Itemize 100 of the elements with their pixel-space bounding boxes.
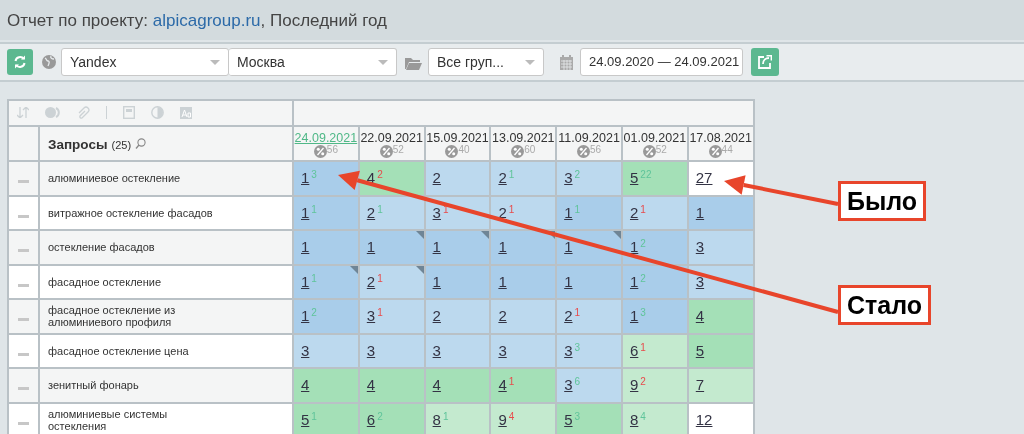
collapse-dash[interactable] [18, 387, 29, 391]
date-header[interactable]: 11.09.2021 [557, 131, 621, 145]
collapse-dash[interactable] [18, 214, 29, 218]
position-link[interactable]: 4 [366, 376, 376, 393]
position-link[interactable]: 8 [630, 410, 639, 428]
position-link[interactable]: 6 [630, 341, 639, 359]
position-link[interactable]: 1 [301, 203, 310, 221]
refresh-button[interactable] [7, 49, 33, 75]
collapse-dash[interactable] [18, 249, 29, 253]
group-select[interactable]: Все груп... [428, 48, 544, 76]
position-link[interactable]: 5 [564, 410, 573, 428]
position-link[interactable]: 1 [432, 238, 441, 255]
percent-icon [642, 145, 656, 158]
position-link[interactable]: 2 [432, 307, 441, 324]
visibility-score: 56 [326, 145, 338, 155]
position-link[interactable]: 1 [498, 238, 507, 255]
refresh-icon[interactable] [13, 55, 27, 69]
position-link[interactable]: 3 [432, 341, 441, 359]
position-link[interactable]: 2 [564, 307, 573, 324]
position-link[interactable]: 3 [432, 203, 441, 221]
title-period: , Последний год [260, 11, 387, 30]
position-link[interactable]: 5 [630, 169, 639, 186]
position-link[interactable]: 2 [366, 272, 376, 290]
date-header[interactable]: 15.09.2021 [425, 131, 490, 145]
position-link[interactable]: 1 [630, 272, 639, 290]
font-size-icon[interactable] [180, 106, 192, 119]
position-link[interactable]: 7 [695, 376, 705, 393]
collapse-dash[interactable] [18, 283, 29, 287]
position-link[interactable]: 1 [564, 203, 573, 221]
position-link[interactable]: 1 [630, 238, 639, 255]
position-link[interactable]: 9 [498, 410, 507, 428]
collapse-dash[interactable] [18, 318, 29, 322]
position-change: 1 [574, 203, 581, 215]
percent-icon [708, 145, 722, 158]
position-link[interactable]: 5 [301, 410, 310, 428]
position-change: 4 [508, 410, 515, 422]
position-link[interactable]: 1 [301, 169, 310, 186]
position-change: 2 [377, 410, 383, 422]
position-link[interactable]: 1 [301, 307, 310, 324]
link-icon[interactable] [77, 106, 90, 119]
collapse-dash[interactable] [18, 421, 29, 425]
position-link[interactable]: 2 [366, 203, 376, 221]
position-change: 1 [377, 307, 383, 318]
position-link[interactable]: 2 [498, 307, 507, 324]
position-change: 1 [640, 203, 646, 215]
date-header[interactable]: 17.08.2021 [688, 131, 753, 145]
query-text: остекление фасадов [48, 241, 155, 254]
position-link[interactable]: 9 [630, 376, 639, 393]
export-icon[interactable] [758, 55, 772, 69]
engine-select[interactable]: Yandex [61, 48, 229, 76]
date-header[interactable]: 01.09.2021 [623, 131, 687, 145]
position-link[interactable]: 3 [366, 307, 376, 324]
position-link[interactable]: 1 [630, 307, 639, 324]
position-link[interactable]: 4 [498, 376, 507, 393]
position-link[interactable]: 1 [564, 272, 573, 290]
position-link[interactable]: 2 [630, 203, 639, 221]
position-link[interactable]: 3 [695, 272, 705, 290]
sort-icon[interactable] [17, 107, 29, 118]
position-link[interactable]: 3 [564, 341, 573, 359]
position-change: 2 [640, 272, 646, 284]
position-link[interactable]: 1 [564, 238, 573, 255]
calculator-icon[interactable] [123, 106, 135, 119]
position-link[interactable]: 4 [695, 307, 705, 324]
position-change: 1 [311, 203, 317, 215]
position-link[interactable]: 3 [366, 341, 376, 359]
position-link[interactable]: 1 [301, 272, 310, 290]
position-link[interactable]: 2 [432, 169, 441, 186]
search-icon[interactable] [135, 137, 147, 149]
project-link[interactable]: alpicagroup.ru [152, 11, 261, 30]
position-link[interactable]: 1 [301, 238, 310, 255]
position-link[interactable]: 4 [301, 376, 310, 393]
position-link[interactable]: 5 [695, 341, 705, 359]
collapse-dash[interactable] [18, 180, 29, 184]
contrast-icon[interactable] [151, 106, 164, 119]
position-link[interactable]: 1 [498, 272, 507, 290]
collapse-dash[interactable] [18, 352, 29, 356]
date-header[interactable]: 13.09.2021 [491, 131, 556, 145]
position-change: 2 [640, 238, 646, 249]
export-button[interactable] [751, 48, 779, 76]
date-range-field[interactable]: 24.09.2020 — 24.09.2021 [580, 48, 743, 76]
position-link[interactable]: 3 [695, 238, 705, 255]
position-change: 2 [640, 376, 646, 387]
position-link[interactable]: 8 [432, 410, 441, 428]
position-link[interactable]: 1 [432, 272, 441, 290]
position-link[interactable]: 2 [498, 203, 507, 221]
position-link[interactable]: 6 [366, 410, 376, 428]
position-link[interactable]: 2 [498, 169, 507, 186]
position-link[interactable]: 3 [564, 169, 573, 186]
position-link[interactable]: 3 [498, 341, 507, 359]
position-link[interactable]: 12 [695, 410, 713, 428]
position-link[interactable]: 1 [366, 238, 376, 255]
position-link[interactable]: 3 [301, 341, 310, 359]
position-link[interactable]: 4 [432, 376, 441, 393]
position-link[interactable]: 1 [695, 203, 705, 221]
region-select[interactable]: Москва [229, 48, 397, 76]
date-header[interactable]: 22.09.2021 [359, 131, 424, 145]
position-link[interactable]: 4 [366, 169, 376, 186]
position-link[interactable]: 3 [564, 376, 573, 393]
percent-icon [313, 145, 327, 158]
position-link[interactable]: 27 [695, 169, 713, 186]
